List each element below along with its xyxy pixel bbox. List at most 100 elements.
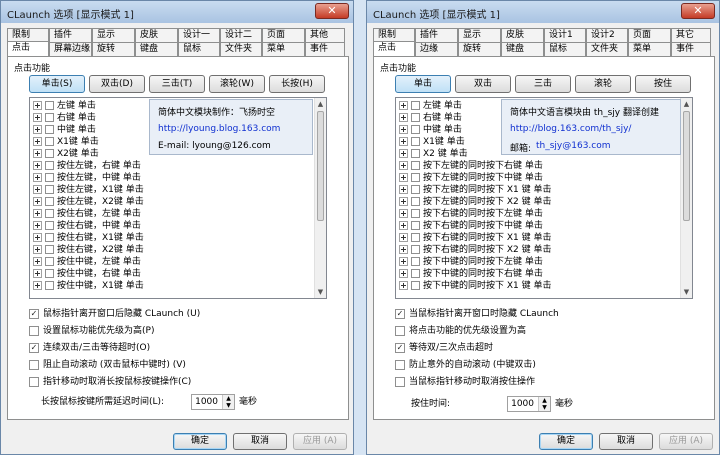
title-bar[interactable]: CLaunch 选项 [显示模式 1] ✕ <box>1 1 353 23</box>
expand-icon[interactable] <box>399 209 408 218</box>
tooltip-website-link[interactable]: http://blog.163.com/th_sjy/ <box>510 124 631 134</box>
expand-icon[interactable] <box>399 233 408 242</box>
ok-button[interactable]: 确定 <box>539 433 593 450</box>
tab-folder[interactable]: 文件夹 <box>220 42 262 56</box>
scroll-thumb[interactable] <box>683 111 690 221</box>
tooltip-website-link[interactable]: http://lyoung.blog.163.com <box>158 124 280 134</box>
expand-icon[interactable] <box>399 173 408 182</box>
long-press-button[interactable]: 长按(H) <box>269 75 325 93</box>
expand-icon[interactable] <box>399 269 408 278</box>
expand-icon[interactable] <box>399 161 408 170</box>
tab-page[interactable]: 页面 <box>262 28 305 42</box>
tree-checkbox[interactable] <box>411 221 420 230</box>
tab-screen-edge[interactable]: 屏幕边缘 <box>49 42 92 56</box>
spin-arrows-icon[interactable]: ▲ ▼ <box>538 397 550 411</box>
scroll-up-icon[interactable]: ▲ <box>681 98 692 110</box>
tab-keyboard[interactable]: 键盘 <box>501 42 544 56</box>
checkbox[interactable] <box>395 377 405 387</box>
tree-checkbox[interactable] <box>45 281 54 290</box>
tree-checkbox[interactable] <box>45 101 54 110</box>
tab-event[interactable]: 事件 <box>305 42 345 56</box>
tree-checkbox[interactable] <box>411 257 420 266</box>
expand-icon[interactable] <box>399 137 408 146</box>
tab-screen-edge[interactable]: 边缘 <box>415 42 458 56</box>
expand-icon[interactable] <box>399 245 408 254</box>
expand-icon[interactable] <box>399 113 408 122</box>
checkbox[interactable]: ✓ <box>29 309 39 319</box>
tab-limit[interactable]: 限制 <box>7 28 49 42</box>
tree-checkbox[interactable] <box>411 269 420 278</box>
title-bar[interactable]: CLaunch 选项 [显示模式 1] ✕ <box>367 1 719 23</box>
tree-checkbox[interactable] <box>45 233 54 242</box>
tree-checkbox[interactable] <box>45 257 54 266</box>
tab-design-2[interactable]: 设计2 <box>586 28 628 42</box>
tab-mouse[interactable]: 鼠标 <box>178 42 220 56</box>
checkbox[interactable]: ✓ <box>395 309 405 319</box>
tree-checkbox[interactable] <box>45 149 54 158</box>
apply-button[interactable]: 应用 (A) <box>293 433 347 450</box>
expand-icon[interactable] <box>33 233 42 242</box>
tree-checkbox[interactable] <box>45 173 54 182</box>
tab-skin[interactable]: 皮肤 <box>501 28 544 42</box>
tab-display[interactable]: 显示 <box>92 28 135 42</box>
tree-checkbox[interactable] <box>45 161 54 170</box>
tree-scrollbar[interactable]: ▲ ▼ <box>314 98 326 298</box>
expand-icon[interactable] <box>33 281 42 290</box>
tree-checkbox[interactable] <box>45 113 54 122</box>
tab-skin[interactable]: 皮肤 <box>135 28 178 42</box>
tree-checkbox[interactable] <box>411 185 420 194</box>
tree-checkbox[interactable] <box>411 173 420 182</box>
tree-checkbox[interactable] <box>411 137 420 146</box>
checkbox[interactable] <box>395 326 405 336</box>
tab-plugins[interactable]: 插件 <box>415 28 458 42</box>
single-click-button[interactable]: 单击(S) <box>29 75 85 93</box>
expand-icon[interactable] <box>33 173 42 182</box>
checkbox[interactable] <box>395 360 405 370</box>
tree-checkbox[interactable] <box>45 269 54 278</box>
expand-icon[interactable] <box>33 245 42 254</box>
tree-checkbox[interactable] <box>411 245 420 254</box>
checkbox[interactable] <box>29 326 39 336</box>
scroll-down-icon[interactable]: ▼ <box>681 286 692 298</box>
tree-checkbox[interactable] <box>411 113 420 122</box>
close-button[interactable]: ✕ <box>681 3 715 19</box>
checkbox[interactable]: ✓ <box>29 343 39 353</box>
tree-checkbox[interactable] <box>45 197 54 206</box>
tab-click[interactable]: 点击 <box>373 41 415 56</box>
tree-scrollbar[interactable]: ▲ ▼ <box>680 98 692 298</box>
expand-icon[interactable] <box>33 185 42 194</box>
wheel-button[interactable]: 滚轮(W) <box>209 75 265 93</box>
checkbox[interactable] <box>29 360 39 370</box>
cancel-button[interactable]: 取消 <box>233 433 287 450</box>
expand-icon[interactable] <box>399 257 408 266</box>
expand-icon[interactable] <box>33 125 42 134</box>
ok-button[interactable]: 确定 <box>173 433 227 450</box>
double-click-button[interactable]: 双击(D) <box>89 75 145 93</box>
tab-display[interactable]: 显示 <box>458 28 501 42</box>
tab-mouse[interactable]: 鼠标 <box>544 42 586 56</box>
tree-checkbox[interactable] <box>411 281 420 290</box>
spin-arrows-icon[interactable]: ▲ ▼ <box>222 395 234 409</box>
delay-spinner[interactable]: 1000 ▲ ▼ <box>191 394 235 410</box>
expand-icon[interactable] <box>399 185 408 194</box>
expand-icon[interactable] <box>399 197 408 206</box>
expand-icon[interactable] <box>399 281 408 290</box>
tab-other[interactable]: 其它 <box>671 28 711 42</box>
double-click-button[interactable]: 双击 <box>455 75 511 93</box>
expand-icon[interactable] <box>33 149 42 158</box>
tab-limit[interactable]: 限制 <box>373 28 415 42</box>
triple-click-button[interactable]: 三击(T) <box>149 75 205 93</box>
tab-rotate[interactable]: 旋转 <box>458 42 501 56</box>
expand-icon[interactable] <box>33 269 42 278</box>
tree-checkbox[interactable] <box>411 209 420 218</box>
checkbox[interactable] <box>29 377 39 387</box>
tree-checkbox[interactable] <box>411 161 420 170</box>
tab-menu[interactable]: 菜单 <box>628 42 671 56</box>
tab-folder[interactable]: 文件夹 <box>586 42 628 56</box>
tab-other[interactable]: 其他 <box>305 28 345 42</box>
tab-event[interactable]: 事件 <box>671 42 711 56</box>
tab-page[interactable]: 页面 <box>628 28 671 42</box>
expand-icon[interactable] <box>33 161 42 170</box>
long-press-button[interactable]: 按住 <box>635 75 691 93</box>
tree-checkbox[interactable] <box>45 221 54 230</box>
